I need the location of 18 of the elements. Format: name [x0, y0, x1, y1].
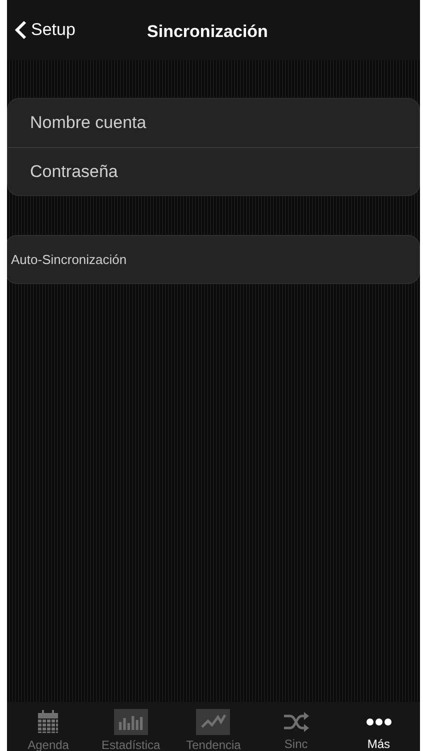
settings-row[interactable]: Nombre cuenta — [8, 99, 419, 147]
more-icon — [366, 718, 392, 726]
tab-label: Estadística — [102, 738, 160, 751]
tab-bar-item[interactable]: Estadística — [96, 709, 166, 751]
tab-bar-item[interactable]: Más — [344, 709, 414, 751]
settings-row[interactable]: Auto-Sincronización — [7, 236, 419, 283]
tab-label: Más — [367, 737, 390, 751]
chevron-left-icon — [15, 20, 27, 40]
tab-label: Sinc — [284, 737, 308, 751]
screen-title: Sincronización — [147, 22, 268, 42]
tab-label: Tendencia — [186, 738, 241, 751]
settings-row[interactable]: Contraseña — [8, 147, 419, 195]
tab-bar-item[interactable]: Tendencia — [178, 709, 248, 751]
shuffle-icon — [282, 710, 310, 732]
tab-bar-item[interactable]: Sinc — [261, 709, 332, 751]
back-button[interactable]: Setup — [7, 20, 76, 40]
bar-chart-icon — [114, 709, 148, 735]
back-label[interactable]: Setup — [31, 20, 76, 40]
